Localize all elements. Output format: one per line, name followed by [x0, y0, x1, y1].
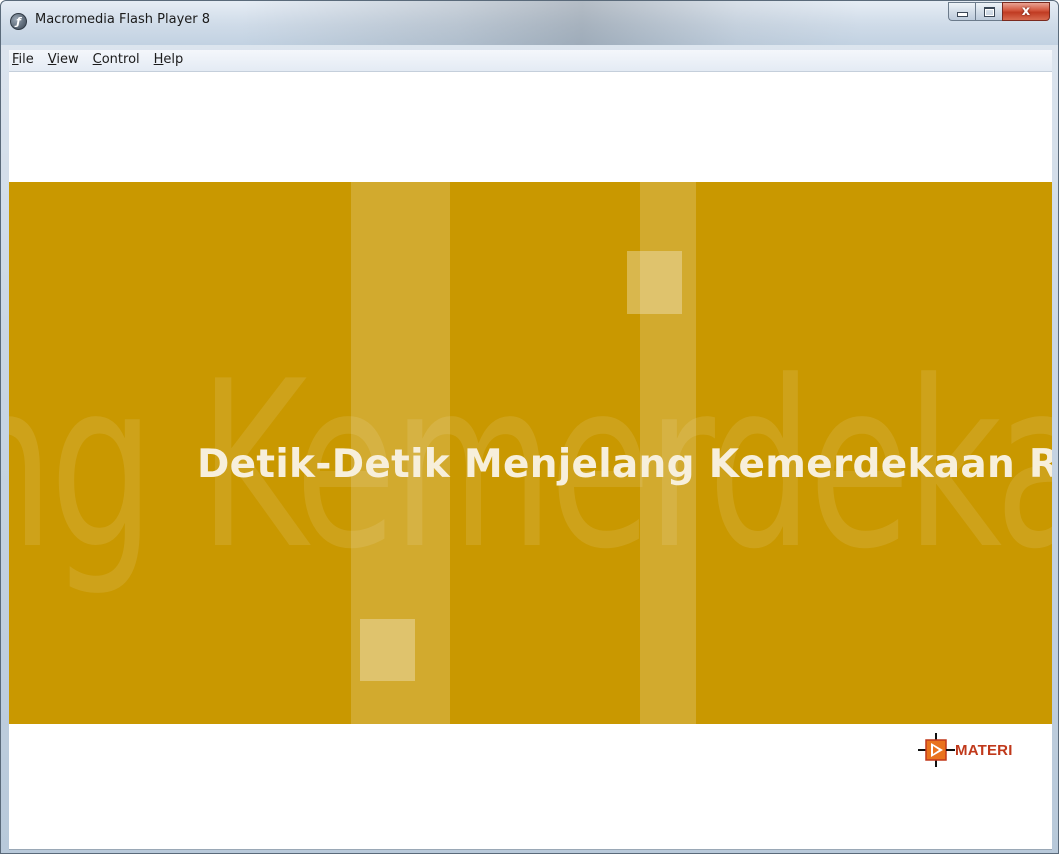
menu-help[interactable]: Help — [147, 50, 191, 71]
menu-file-label: ile — [18, 52, 34, 67]
minimize-icon — [956, 12, 968, 17]
menu-view-label: iew — [56, 52, 79, 67]
flash-player-icon[interactable]: ƒ — [10, 13, 27, 30]
maximize-icon — [983, 6, 995, 17]
materi-button[interactable]: MATERI — [917, 732, 1013, 768]
page-title: Detik-Detik Menjelang Kemerdekaan R — [197, 442, 1052, 487]
menu-control[interactable]: Control — [86, 50, 147, 71]
menu-view[interactable]: View — [41, 50, 86, 71]
title-bar-decoration — [241, 1, 861, 45]
close-icon: x — [1021, 4, 1031, 19]
banner-square — [627, 251, 682, 314]
menu-help-label: elp — [163, 52, 184, 67]
title-banner: ng Kemerdekaan R Detik-Detik Menjelang K… — [9, 182, 1052, 724]
flash-stage[interactable]: ng Kemerdekaan R Detik-Detik Menjelang K… — [9, 72, 1052, 849]
target-arrow-icon — [918, 733, 955, 767]
menu-bar: File View Control Help — [9, 50, 1052, 72]
flash-player-window: ƒ Macromedia Flash Player 8 x File View … — [0, 0, 1059, 854]
menu-help-accel: H — [153, 52, 164, 67]
menu-file[interactable]: File — [9, 50, 41, 71]
title-bar[interactable]: ƒ Macromedia Flash Player 8 x — [1, 1, 1058, 45]
maximize-button[interactable] — [975, 2, 1002, 21]
close-button[interactable]: x — [1002, 2, 1050, 21]
menu-control-label: ontrol — [101, 52, 140, 67]
window-bottom-edge — [9, 849, 1052, 850]
materi-label: MATERI — [955, 741, 1013, 759]
window-title: Macromedia Flash Player 8 — [35, 12, 211, 27]
menu-control-accel: C — [92, 52, 102, 67]
minimize-button[interactable] — [948, 2, 975, 21]
window-controls: x — [948, 2, 1050, 21]
banner-square — [360, 619, 415, 681]
